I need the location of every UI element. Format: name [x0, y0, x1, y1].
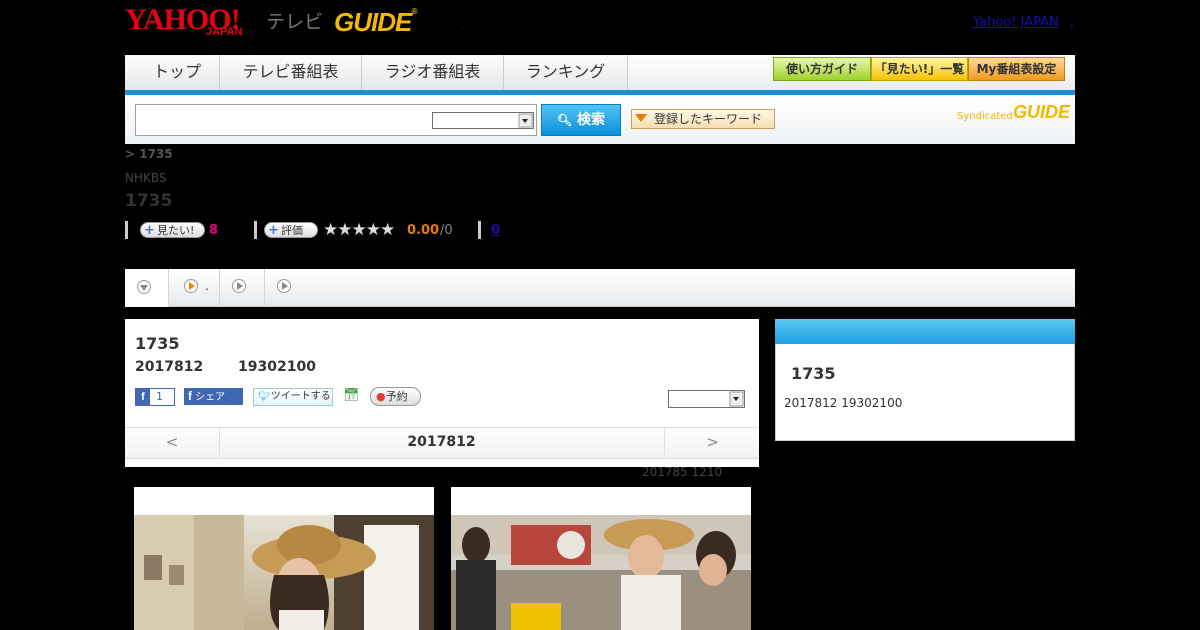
rate-button[interactable]: + 評価	[264, 222, 318, 238]
search-category-select[interactable]	[432, 112, 534, 129]
tab-second-label: .	[205, 279, 209, 293]
page-title: 1735	[125, 191, 173, 211]
search-button[interactable]: 🔍︎ 検索	[541, 104, 621, 136]
nav-tab-radio-listings[interactable]: ラジオ番組表	[362, 55, 504, 90]
program-photo-2	[451, 515, 751, 630]
dropdown-arrow-icon	[635, 114, 647, 122]
gguide-logo[interactable]: GUIDE®	[334, 7, 417, 38]
want-to-watch-button[interactable]: + 見たい!	[140, 222, 205, 238]
want-list-button[interactable]: 「見たい!」一覧	[871, 57, 968, 81]
divider	[254, 221, 257, 239]
plus-icon: +	[144, 223, 155, 238]
nav-tab-ranking[interactable]: ランキング	[504, 55, 628, 90]
yahoo-japan-link[interactable]: Yahoo! JAPAN	[973, 15, 1059, 30]
tab-overview[interactable]	[125, 269, 169, 307]
side-title: 1735	[791, 364, 836, 383]
usage-guide-button[interactable]: 使い方ガイド	[773, 57, 871, 81]
play-icon	[277, 279, 291, 293]
tab-second[interactable]: .	[169, 269, 220, 307]
nav-tab-top[interactable]: トップ	[135, 55, 220, 90]
rating-stars: ★★★★★	[323, 220, 395, 240]
want-count: 8	[209, 223, 219, 238]
chevron-down-icon	[729, 391, 744, 407]
twitter-icon: 🐦︎	[258, 391, 271, 402]
play-icon	[184, 279, 198, 293]
facebook-share-button[interactable]: f シェア	[184, 388, 243, 405]
chevron-down-icon	[518, 113, 533, 128]
review-count-link[interactable]: 0	[491, 223, 500, 238]
facebook-icon: f	[136, 389, 150, 405]
divider	[125, 221, 128, 239]
facebook-like-button[interactable]: f1	[135, 388, 175, 406]
detail-time: 19302100	[238, 359, 316, 375]
side-panel-header	[775, 319, 1075, 344]
detail-date: 2017812	[135, 359, 204, 375]
search-icon: 🔍︎	[556, 113, 573, 127]
pager-current-date: 2017812	[407, 434, 476, 450]
facebook-share-label: シェア	[195, 392, 226, 403]
rating-count: /0	[440, 223, 453, 238]
add-calendar-icon[interactable]: 📅︎	[343, 388, 360, 403]
registered-keywords-button[interactable]: 登録したキーワード	[631, 109, 775, 129]
photo-card-1[interactable]	[134, 487, 434, 630]
my-listings-settings-button[interactable]: My番組表設定	[968, 57, 1065, 81]
syndicated-gguide-logo: GUIDE	[1013, 102, 1071, 122]
plus-icon: +	[268, 223, 279, 238]
yahoo-japan-logo-text: JAPAN	[206, 26, 243, 38]
photo-card-2[interactable]	[451, 487, 751, 630]
reserve-recording-button[interactable]: ●予約	[370, 387, 421, 406]
breadcrumb[interactable]: > 1735	[125, 147, 173, 161]
nav-tab-tv-listings[interactable]: テレビ番組表	[220, 55, 362, 90]
header-small-dot: ,	[461, 22, 464, 32]
facebook-like-count: 1	[156, 390, 163, 403]
gguide-logo-text: GUIDE	[334, 7, 412, 37]
main-nav: トップ テレビ番組表 ラジオ番組表 ランキング 使い方ガイド 「見たい!」一覧 …	[125, 55, 1075, 95]
tweet-button[interactable]: 🐦︎ツイートする	[253, 388, 333, 406]
channel-name: NHKBS	[125, 171, 167, 185]
play-icon	[232, 279, 246, 293]
side-info: 2017812 19302100	[784, 396, 903, 410]
header-link-separator: ,	[1070, 15, 1075, 30]
rating-score: 0.00	[407, 223, 440, 238]
pager-next-button[interactable]: >	[664, 428, 760, 457]
tweet-label: ツイートする	[270, 391, 331, 402]
search-button-label: 検索	[577, 112, 606, 128]
rate-label: 評価	[281, 224, 303, 237]
update-note: 201785 1210	[642, 465, 723, 479]
syndicated-text: Syndicated	[957, 111, 1013, 122]
want-label: 見たい!	[157, 224, 195, 237]
pager-prev-button[interactable]: <	[125, 428, 220, 457]
facebook-icon: f	[188, 389, 192, 403]
tv-logo-text[interactable]: テレビ	[266, 7, 323, 34]
detail-select[interactable]	[668, 390, 745, 408]
divider	[478, 221, 481, 239]
tab-fourth[interactable]	[265, 269, 305, 307]
registered-mark: ®	[411, 7, 417, 16]
detail-title: 1735	[135, 334, 180, 353]
record-icon: ●	[376, 390, 386, 403]
reserve-label: 予約	[385, 390, 408, 403]
program-photo-1	[134, 515, 434, 630]
chevron-down-icon	[137, 280, 151, 294]
tab-third[interactable]	[220, 269, 265, 307]
